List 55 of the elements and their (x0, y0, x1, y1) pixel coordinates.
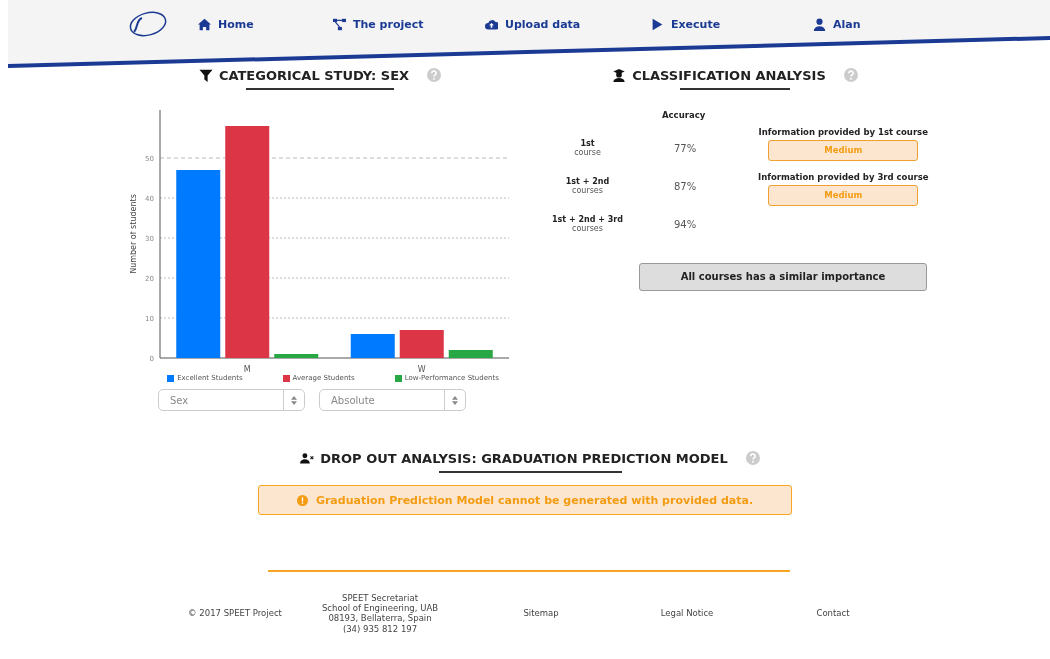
category-label: M (243, 365, 251, 374)
axis-title: Number of students (130, 194, 138, 274)
nav-link[interactable]: Alan (813, 17, 861, 31)
select-field[interactable]: Sex (158, 389, 305, 411)
info-label: Information provided by 1st course (758, 127, 928, 137)
copyright-text: © 2017 SPEET Project (187, 608, 283, 619)
graduate-icon (612, 68, 627, 82)
address-line: SPEET Secretariat (341, 593, 419, 604)
row-sublabel: courses (571, 224, 604, 233)
section-title: DROP OUT ANALYSIS: GRADUATION PREDICTION MODEL (320, 450, 728, 466)
play-icon (651, 17, 664, 31)
category-label: W (417, 365, 426, 374)
help-icon[interactable] (745, 451, 760, 465)
select-field[interactable]: Absolute (319, 389, 466, 411)
address-line: School of Engineering, UAB (320, 603, 440, 614)
help-icon[interactable] (843, 68, 858, 82)
importance-banner: All courses has a similar importance (639, 263, 927, 291)
nav-link[interactable]: Home (198, 17, 333, 31)
address-line: (34) 935 812 197 (341, 623, 419, 634)
footer-link[interactable]: Legal Notice (660, 608, 714, 619)
info-label: Information provided by 3rd course (758, 172, 929, 182)
sort-icon (291, 395, 297, 405)
accuracy-value: 87% (674, 180, 697, 192)
section-title: CLASSIFICATION ANALYSIS (632, 67, 826, 83)
section-title: CATEGORICAL STUDY: SEX (218, 67, 410, 83)
network-icon (333, 17, 346, 31)
level-badge: Medium (768, 140, 919, 161)
footer-link[interactable]: Sitemap (523, 608, 559, 619)
house-icon (198, 17, 211, 31)
row-sublabel: course (573, 148, 602, 157)
bar (274, 354, 319, 358)
column-header: Accuracy (662, 110, 707, 120)
address-line: 08193, Bellaterra, Spain (327, 613, 433, 624)
cloud-upload-icon (485, 17, 498, 31)
row-label: 1st + 2nd (564, 177, 611, 186)
warning-icon (296, 494, 308, 506)
bar (350, 334, 395, 358)
row-label: 1st (579, 139, 596, 148)
nav-link[interactable]: Execute (651, 17, 813, 31)
help-icon[interactable] (427, 68, 442, 82)
nav-link[interactable]: The project (333, 17, 485, 31)
bar (399, 330, 444, 358)
user-remove-icon (300, 451, 315, 465)
logo-icon[interactable] (128, 10, 168, 38)
bar (448, 350, 493, 358)
row-label: 1st + 2nd + 3rd (551, 215, 624, 224)
accuracy-value: 94% (674, 218, 697, 230)
level-badge: Medium (768, 185, 919, 206)
nav-link[interactable]: Upload data (485, 17, 651, 31)
row-sublabel: courses (571, 186, 604, 195)
footer-link[interactable]: Contact (816, 608, 850, 619)
sort-icon (452, 395, 458, 405)
accuracy-value: 77% (674, 142, 697, 154)
user-icon (813, 17, 826, 31)
alert-text: Graduation Prediction Model cannot be generated with provided data. (315, 493, 754, 507)
